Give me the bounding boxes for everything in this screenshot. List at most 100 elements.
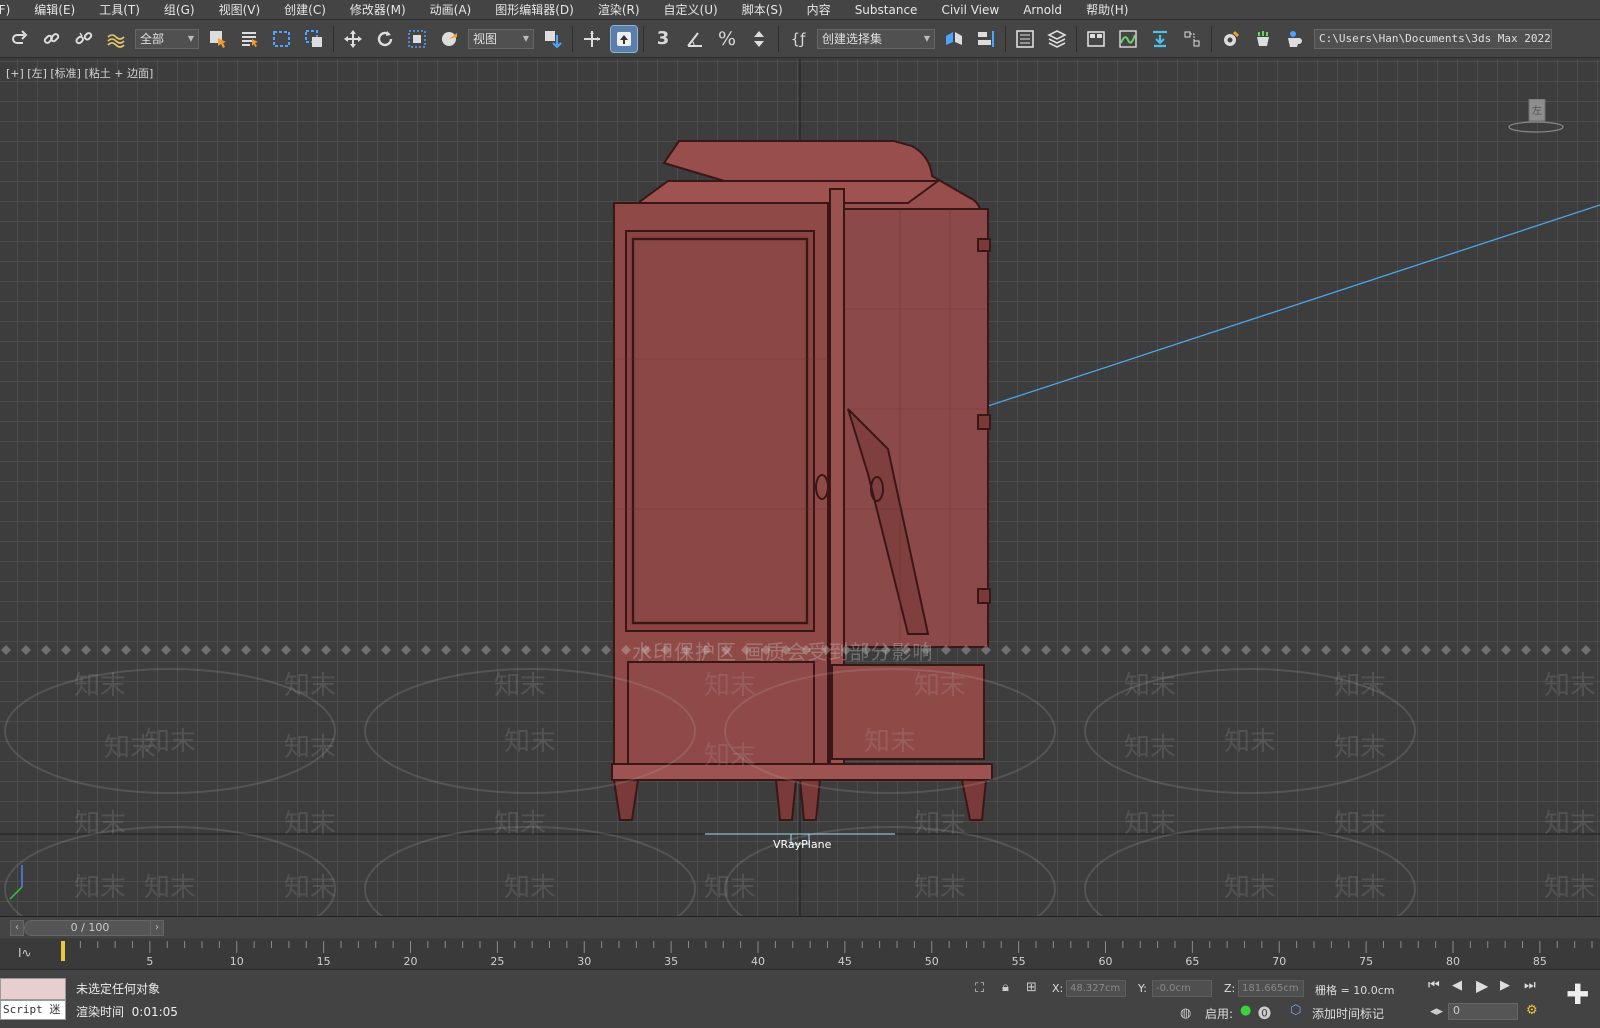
percent-snap-icon[interactable]: % [714, 26, 740, 52]
go-to-start-icon[interactable]: ⏮ [1428, 978, 1440, 993]
viewcube[interactable]: 左 [1507, 99, 1565, 135]
menu-content[interactable]: 内容 [797, 1, 845, 18]
toggle-ribbon-icon[interactable] [1083, 26, 1109, 52]
menu-animation[interactable]: 动画(A) [420, 1, 486, 18]
menu-edit[interactable]: 编辑(E) [24, 1, 89, 18]
time-slider-prev-button[interactable]: ‹ [10, 920, 24, 936]
previous-frame-icon[interactable]: ◀ [1452, 978, 1462, 993]
keyboard-shortcut-override-icon[interactable] [610, 24, 638, 53]
menu-modifiers[interactable]: 修改器(M) [340, 1, 420, 18]
add-time-tag-button[interactable]: 添加时间标记 [1312, 1005, 1384, 1022]
menu-civil-view[interactable]: Civil View [931, 3, 1013, 17]
watermark-diamond [461, 645, 471, 655]
watermark-diamond [1141, 645, 1151, 655]
pivot-center-icon[interactable] [540, 26, 566, 52]
place-icon[interactable] [436, 26, 462, 52]
watermark-logo: 知末 [144, 727, 197, 757]
x-coordinate-field[interactable]: 48.327cm [1066, 980, 1126, 997]
menu-scripting[interactable]: 脚本(S) [732, 1, 797, 18]
time-tag-icon[interactable]: ⓿ [1258, 1003, 1271, 1022]
watermark-diamond [321, 645, 331, 655]
maxscript-listener[interactable]: Script 迷 [0, 978, 66, 1022]
menu-file[interactable]: (F) [0, 3, 24, 17]
render-production-icon[interactable] [1282, 26, 1308, 52]
menu-arnold[interactable]: Arnold [1013, 3, 1076, 17]
adaptive-degradation-icon[interactable]: ◍ [1180, 1006, 1191, 1021]
menu-substance[interactable]: Substance [845, 3, 932, 17]
isolate-selection-icon[interactable]: ⛶ [975, 981, 984, 996]
curve-editor-icon[interactable] [1115, 26, 1141, 52]
menu-group[interactable]: 组(G) [154, 1, 209, 18]
spinner-snap-icon[interactable] [746, 26, 772, 52]
menu-graph-editors[interactable]: 图形编辑器(D) [485, 1, 588, 18]
viewport-navigation-plus-icon[interactable]: ✚ [1566, 978, 1589, 1011]
z-coordinate-field[interactable]: 181.665cm [1238, 980, 1304, 997]
watermark-text: 水印保护区 画质会受到部分影响 [632, 640, 934, 664]
angle-snap-icon[interactable] [682, 26, 708, 52]
box-icon[interactable]: ⬡ [1290, 1003, 1301, 1018]
rotate-icon[interactable] [372, 26, 398, 52]
maxscript-mini-listener-input[interactable]: Script 迷 [0, 1000, 66, 1020]
scene-explorer-icon[interactable] [1012, 26, 1038, 52]
toolbar-separator [333, 25, 334, 52]
menu-create[interactable]: 创建(C) [274, 1, 340, 18]
watermark-diamond [1021, 645, 1031, 655]
redo-icon[interactable] [7, 26, 33, 52]
menu-rendering[interactable]: 渲染(R) [588, 1, 654, 18]
absolute-mode-icon[interactable]: ⊞ [1026, 980, 1037, 995]
time-slider-next-button[interactable]: › [150, 920, 164, 936]
move-icon[interactable] [340, 26, 366, 52]
next-frame-icon[interactable]: ▶︎ [1500, 978, 1510, 993]
select-by-name-icon[interactable] [237, 26, 263, 52]
rectangular-selection-icon[interactable] [269, 26, 295, 52]
go-to-end-icon[interactable]: ⏭ [1524, 978, 1536, 993]
time-configuration-icon[interactable]: ⚙ [1526, 1003, 1538, 1018]
play-icon[interactable]: ▶ [1476, 976, 1488, 995]
mirror-icon[interactable] [941, 26, 967, 52]
hinge [977, 238, 991, 252]
menu-views[interactable]: 视图(V) [209, 1, 275, 18]
watermark-logo: 知末 [1334, 873, 1387, 903]
menu-customize[interactable]: 自定义(U) [654, 1, 732, 18]
material-editor-icon[interactable] [1179, 26, 1205, 52]
toolbar-separator [1076, 25, 1077, 52]
named-selection-set-dropdown[interactable]: 创建选择集 ▼ [817, 28, 935, 49]
select-object-icon[interactable] [205, 26, 231, 52]
edit-named-selection-icon[interactable]: {ƒ [785, 26, 811, 52]
x-label: X: [1052, 982, 1064, 995]
link-icon[interactable] [39, 26, 65, 52]
window-crossing-icon[interactable] [301, 26, 327, 52]
bind-space-warp-icon[interactable] [103, 26, 129, 52]
current-frame-field[interactable]: 0 [1448, 1003, 1518, 1020]
select-manipulate-icon[interactable] [579, 26, 605, 52]
track-bar[interactable]: I∿ 5 10 15 20 25 30 35 40 45 50 55 60 65 70 75 80 85 [0, 939, 1600, 969]
watermark-logo: 知末 [1124, 671, 1177, 701]
snaps-toggle-icon[interactable]: 3 [650, 26, 676, 52]
key-mode-toggle-icon[interactable]: ◂▸ [1430, 1004, 1443, 1019]
selection-filter-dropdown[interactable]: 全部 ▼ [135, 28, 199, 49]
maxscript-mini-listener-top[interactable] [0, 978, 66, 1000]
menu-tools[interactable]: 工具(T) [89, 1, 154, 18]
cabinet-model[interactable] [611, 140, 993, 821]
reference-coordinate-dropdown[interactable]: 视图 ▼ [468, 28, 534, 49]
watermark-diamond [1221, 645, 1231, 655]
viewport-left[interactable]: [+] [左] [标准] [粘土 + 边面] 知末 知末 知末 知末 知末 知末… [0, 59, 1600, 916]
y-coordinate-field[interactable]: -0.0cm [1152, 980, 1212, 997]
unlink-icon[interactable] [71, 26, 97, 52]
schematic-view-icon[interactable] [1147, 26, 1173, 52]
current-frame-marker[interactable] [61, 941, 65, 961]
lock-selection-icon[interactable]: 🔒︎ [1002, 980, 1009, 995]
rendered-frame-window-icon[interactable] [1250, 26, 1276, 52]
layer-explorer-icon[interactable] [1044, 26, 1070, 52]
time-slider[interactable]: ‹ 0 / 100 › [0, 916, 1600, 938]
watermark-diamond [1321, 645, 1331, 655]
ruler-tick-label: 30 [577, 955, 592, 968]
ruler-tick-label: 85 [1532, 955, 1547, 968]
scale-icon[interactable] [404, 26, 430, 52]
watermark-logo: 知末 [504, 873, 557, 903]
render-setup-icon[interactable] [1218, 26, 1244, 52]
time-slider-thumb[interactable]: 0 / 100 [24, 920, 156, 936]
menu-help[interactable]: 帮助(H) [1076, 1, 1142, 18]
project-folder-dropdown[interactable]: C:\Users\Han\Documents\3ds Max 2022▼ [1314, 28, 1552, 49]
align-icon[interactable] [973, 26, 999, 52]
